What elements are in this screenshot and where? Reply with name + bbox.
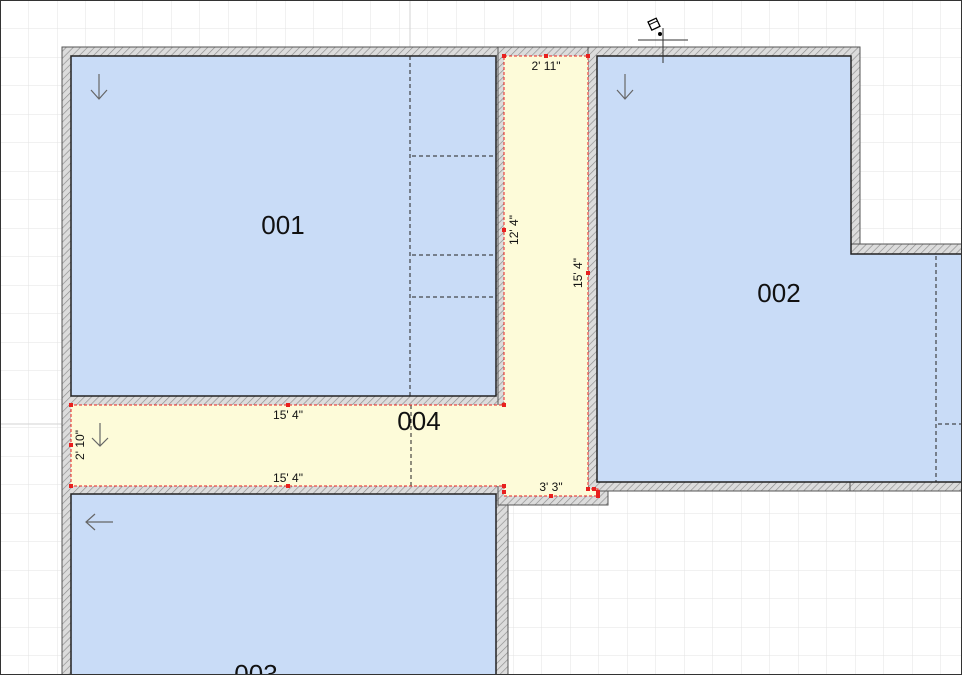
selection-handle[interactable] xyxy=(502,484,506,488)
selection-handle[interactable] xyxy=(502,490,506,494)
selection-handle[interactable] xyxy=(549,494,553,498)
room-label-001: 001 xyxy=(261,210,304,240)
dimension-label: 15' 4" xyxy=(273,471,303,485)
selection-handle[interactable] xyxy=(596,494,600,498)
room-label-004: 004 xyxy=(397,406,440,436)
selection-handle[interactable] xyxy=(586,271,590,275)
room-label-002: 002 xyxy=(757,278,800,308)
selection-handle[interactable] xyxy=(502,403,506,407)
selection-handle[interactable] xyxy=(69,403,73,407)
floor-plan-canvas[interactable]: 001 002 003 004 2' 11" 12' 4" 15' 4" 15'… xyxy=(0,0,962,675)
selection-handle[interactable] xyxy=(544,54,548,58)
dimension-label: 2' 10" xyxy=(73,430,87,460)
dimension-label: 3' 3" xyxy=(539,480,562,494)
selection-handle[interactable] xyxy=(502,228,506,232)
room-label-003: 003 xyxy=(234,659,277,675)
dimension-label: 12' 4" xyxy=(507,215,521,245)
selection-handle[interactable] xyxy=(586,487,590,491)
room-001[interactable]: 001 xyxy=(70,55,497,397)
room-003[interactable]: 003 xyxy=(70,493,497,675)
selection-handle[interactable] xyxy=(586,54,590,58)
selection-handle[interactable] xyxy=(502,54,506,58)
selection-handle[interactable] xyxy=(592,487,596,491)
selection-handle[interactable] xyxy=(596,490,600,494)
dimension-label: 15' 4" xyxy=(571,258,585,288)
dimension-label: 15' 4" xyxy=(273,408,303,422)
selection-handle[interactable] xyxy=(286,403,290,407)
dimension-label: 2' 11" xyxy=(531,59,560,73)
selection-handle[interactable] xyxy=(69,484,73,488)
